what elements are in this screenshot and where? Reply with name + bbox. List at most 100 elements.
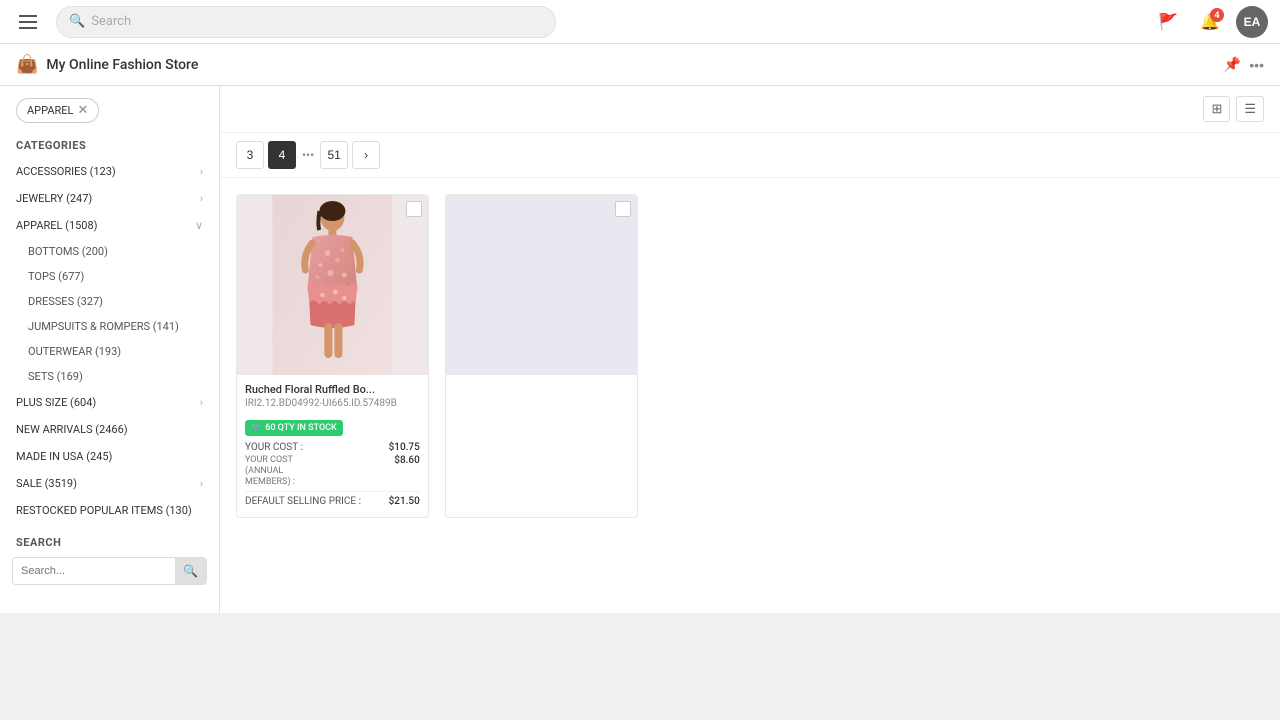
cost-row: YOUR COST : $10.75 — [245, 442, 420, 453]
product-checkbox-2[interactable] — [615, 201, 631, 217]
next-page-icon: › — [364, 148, 368, 162]
list-view-button[interactable]: ☰ — [1236, 96, 1264, 122]
subcategory-item-jumpsuits[interactable]: JUMPSUITS & ROMPERS (141) — [0, 314, 219, 339]
selling-price-row: DEFAULT SELLING PRICE : $21.50 — [245, 496, 420, 507]
sidebar-search-button[interactable]: 🔍 — [175, 558, 206, 584]
product-checkbox[interactable] — [406, 201, 422, 217]
category-label: NEW ARRIVALS (2466) — [16, 423, 128, 436]
categories-section-title: CATEGORIES — [0, 131, 219, 158]
store-icon: 👜 — [16, 54, 38, 75]
flag-button[interactable]: 🚩 — [1152, 6, 1184, 38]
stock-badge: 🛒 60 QTY IN STOCK — [245, 420, 343, 436]
subcategory-label: OUTERWEAR (193) — [28, 345, 121, 358]
product-grid: Ruched Floral Ruffled Bo... IRI2.12.BD04… — [220, 178, 1280, 534]
chevron-right-icon: › — [200, 192, 203, 205]
main-layout: APPAREL ✕ CATEGORIES ACCESSORIES (123) ›… — [0, 86, 1280, 613]
product-image-container — [237, 195, 428, 375]
cart-icon: 🛒 — [251, 423, 262, 433]
price-divider — [245, 491, 420, 492]
search-submit-icon: 🔍 — [183, 564, 198, 578]
pagination: 3 4 ••• 51 › — [220, 133, 1280, 178]
subcategory-item-outerwear[interactable]: OUTERWEAR (193) — [0, 339, 219, 364]
chip-label: APPAREL — [27, 104, 73, 117]
hamburger-line-2 — [19, 21, 37, 23]
right-panel: ⊞ ☰ 3 4 ••• 51 › — [220, 86, 1280, 613]
more-icon: ••• — [1249, 57, 1264, 73]
stock-label: 60 QTY IN STOCK — [265, 423, 337, 433]
search-icon: 🔍 — [69, 14, 85, 29]
page-51-button[interactable]: 51 — [320, 141, 348, 169]
grid-view-icon: ⊞ — [1211, 101, 1222, 116]
nav-right-icons: 🚩 🔔 4 EA — [1152, 6, 1268, 38]
product-card-ruched-floral[interactable]: Ruched Floral Ruffled Bo... IRI2.12.BD04… — [236, 194, 429, 518]
chevron-right-icon: › — [200, 396, 203, 409]
selling-price-label: DEFAULT SELLING PRICE : — [245, 496, 361, 507]
category-label: SALE (3519) — [16, 477, 77, 490]
page-ellipsis: ••• — [300, 148, 316, 162]
category-item-restocked[interactable]: RESTOCKED POPULAR ITEMS (130) — [0, 497, 219, 524]
chevron-right-icon: › — [200, 165, 203, 178]
apparel-filter-chip[interactable]: APPAREL ✕ — [16, 98, 99, 123]
flag-icon: 🚩 — [1158, 12, 1178, 32]
search-bar[interactable]: 🔍 Search — [56, 6, 556, 38]
pin-button[interactable]: 📌 — [1224, 56, 1241, 73]
subcategory-item-dresses[interactable]: DRESSES (327) — [0, 289, 219, 314]
category-item-accessories[interactable]: ACCESSORIES (123) › — [0, 158, 219, 185]
subcategory-item-bottoms[interactable]: BOTTOMS (200) — [0, 239, 219, 264]
hamburger-line-3 — [19, 27, 37, 29]
grid-view-button[interactable]: ⊞ — [1203, 96, 1230, 122]
subcategory-item-sets[interactable]: SETS (169) — [0, 364, 219, 389]
page-3-button[interactable]: 3 — [236, 141, 264, 169]
category-label: PLUS SIZE (604) — [16, 396, 96, 409]
user-avatar-button[interactable]: EA — [1236, 6, 1268, 38]
more-options-button[interactable]: ••• — [1249, 57, 1264, 73]
notifications-button[interactable]: 🔔 4 — [1194, 6, 1226, 38]
pin-icon: 📌 — [1224, 56, 1241, 72]
view-controls: ⊞ ☰ — [220, 86, 1280, 133]
category-item-plus-size[interactable]: PLUS SIZE (604) › — [0, 389, 219, 416]
subcategory-label: JUMPSUITS & ROMPERS (141) — [28, 320, 179, 333]
cost-value: $10.75 — [389, 442, 420, 453]
subcategory-label: DRESSES (327) — [28, 295, 103, 308]
top-navigation: 🔍 Search 🚩 🔔 4 EA — [0, 0, 1280, 44]
annual-cost-row: YOUR COST (ANNUAL MEMBERS) : $8.60 — [245, 455, 420, 487]
list-view-icon: ☰ — [1244, 101, 1256, 116]
product-image-svg — [237, 195, 428, 375]
avatar-initials: EA — [1244, 15, 1261, 29]
filter-chips-row: APPAREL ✕ — [0, 86, 219, 131]
category-label: RESTOCKED POPULAR ITEMS (130) — [16, 504, 192, 517]
product-info: Ruched Floral Ruffled Bo... IRI2.12.BD04… — [237, 375, 428, 517]
sidebar: APPAREL ✕ CATEGORIES ACCESSORIES (123) ›… — [0, 86, 220, 613]
product-name: Ruched Floral Ruffled Bo... — [245, 383, 420, 396]
subcategory-item-tops[interactable]: TOPS (677) — [0, 264, 219, 289]
page-3-label: 3 — [247, 148, 254, 162]
cost-label: YOUR COST : — [245, 442, 303, 453]
next-page-button[interactable]: › — [352, 141, 380, 169]
product-image-container-2 — [446, 195, 637, 375]
search-section-title: SEARCH — [0, 524, 219, 557]
category-item-apparel[interactable]: APPAREL (1508) ∨ — [0, 212, 219, 239]
annual-cost-label: YOUR COST (ANNUAL MEMBERS) : — [245, 455, 325, 487]
search-placeholder-text: Search — [91, 14, 131, 29]
sidebar-search-input[interactable] — [13, 559, 175, 583]
hamburger-line-1 — [19, 15, 37, 17]
category-label: ACCESSORIES (123) — [16, 165, 116, 178]
category-label: APPAREL (1508) — [16, 219, 98, 232]
chip-close-icon[interactable]: ✕ — [77, 103, 88, 118]
annual-cost-value: $8.60 — [394, 455, 420, 466]
category-item-jewelry[interactable]: JEWELRY (247) › — [0, 185, 219, 212]
product-card-2[interactable] — [445, 194, 638, 518]
subcategory-label: TOPS (677) — [28, 270, 84, 283]
page-4-label: 4 — [279, 148, 286, 162]
selling-price-value: $21.50 — [389, 496, 420, 507]
notifications-badge: 4 — [1210, 8, 1224, 22]
sidebar-search-container: 🔍 — [12, 557, 207, 585]
menu-button[interactable] — [12, 6, 44, 38]
category-label: JEWELRY (247) — [16, 192, 92, 205]
store-bar: 👜 My Online Fashion Store 📌 ••• — [0, 44, 1280, 86]
category-item-sale[interactable]: SALE (3519) › — [0, 470, 219, 497]
product-sku: IRI2.12.BD04992-UI665.ID.57489B — [245, 398, 420, 409]
page-4-button[interactable]: 4 — [268, 141, 296, 169]
category-item-new-arrivals[interactable]: NEW ARRIVALS (2466) — [0, 416, 219, 443]
category-item-made-in-usa[interactable]: MADE IN USA (245) — [0, 443, 219, 470]
